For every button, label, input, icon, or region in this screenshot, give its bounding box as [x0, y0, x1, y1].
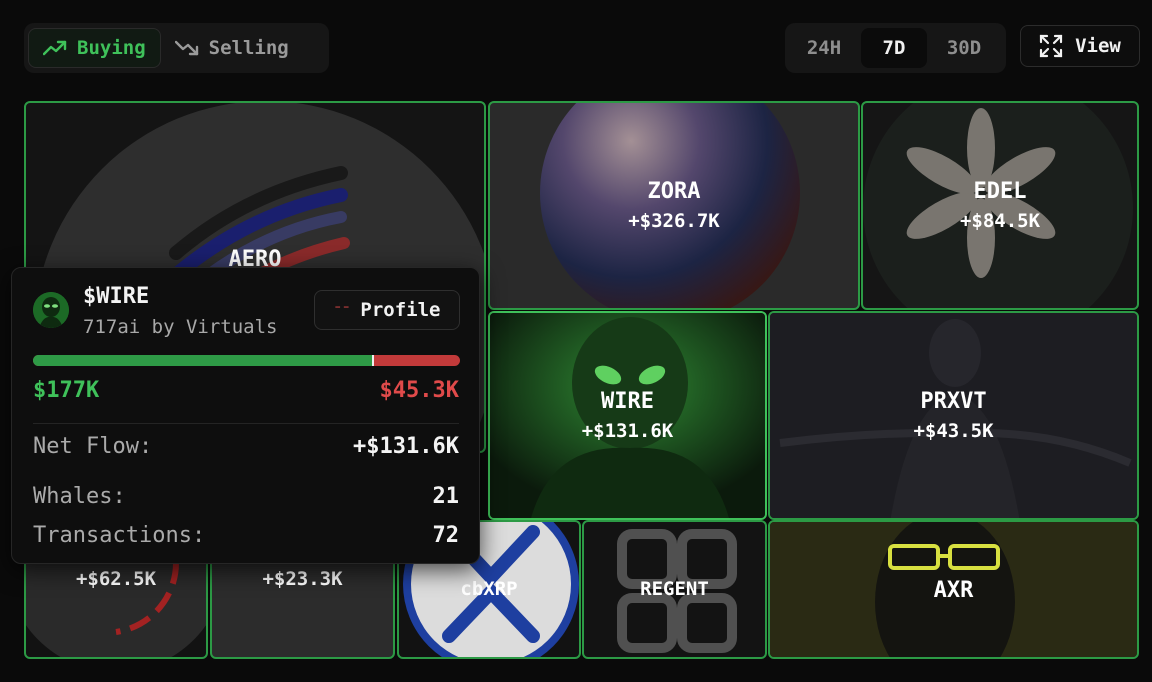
timeframe-30d[interactable]: 30D [931, 28, 997, 68]
tile-value: +$326.7K [628, 210, 720, 232]
expand-icon [1040, 34, 1063, 58]
token-tooltip: $WIRE 717ai by Virtuals ⁻⁻ Profile $177K… [11, 267, 480, 564]
flow-direction-toggle: Buying Selling [24, 23, 329, 73]
tile-zora[interactable]: ZORA +$326.7K [488, 101, 860, 310]
ratio-marker [371, 355, 374, 366]
timeframe-24h[interactable]: 24H [791, 28, 857, 68]
profile-icon: ⁻⁻ [333, 302, 351, 318]
transactions-label: Transactions: [33, 523, 206, 548]
tile-symbol: WIRE [601, 389, 654, 414]
timeframe-7d[interactable]: 7D [861, 28, 927, 68]
whales-label: Whales: [33, 484, 126, 509]
tile-symbol: AXR [933, 578, 974, 603]
trending-up-icon [43, 40, 67, 56]
buying-tab[interactable]: Buying [28, 28, 161, 68]
tooltip-ticker: $WIRE [83, 284, 150, 309]
tile-prxvt[interactable]: PRXVT +$43.5K [768, 311, 1139, 520]
buy-ratio-fill [33, 355, 373, 366]
tile-value: +$23.3K [262, 568, 343, 590]
tile-symbol: cbXRP [460, 578, 518, 600]
net-flow-row: Net Flow: +$131.6K [33, 434, 459, 459]
wire-avatar [33, 292, 69, 328]
selling-label: Selling [208, 37, 289, 59]
whales-value: 21 [432, 484, 460, 509]
sell-amount: $45.3K [379, 378, 459, 403]
tile-symbol: REGENT [640, 578, 709, 600]
whales-row: Whales: 21 [33, 484, 459, 509]
tile-edel[interactable]: EDEL +$84.5K [861, 101, 1139, 310]
net-flow-label: Net Flow: [33, 434, 153, 459]
timeframe-selector: 24H 7D 30D [785, 23, 1006, 73]
transactions-row: Transactions: 72 [33, 523, 459, 548]
tile-value: +$43.5K [913, 420, 994, 442]
tooltip-token-name: 717ai by Virtuals [83, 316, 278, 338]
tile-regent[interactable]: REGENT [582, 520, 767, 659]
view-button[interactable]: View [1020, 25, 1140, 67]
buy-amount: $177K [33, 378, 100, 403]
tile-axr[interactable]: AXR [768, 520, 1139, 659]
tile-wire[interactable]: WIRE +$131.6K [488, 311, 767, 520]
view-label: View [1075, 35, 1121, 57]
tile-symbol: EDEL [973, 179, 1027, 204]
tile-value: +$131.6K [581, 420, 674, 442]
net-flow-value: +$131.6K [353, 434, 459, 459]
profile-button[interactable]: ⁻⁻ Profile [314, 290, 460, 330]
tile-value: +$84.5K [959, 210, 1041, 232]
tile-symbol: ZORA [647, 179, 701, 204]
tile-value: +$62.5K [75, 568, 157, 590]
tooltip-divider [33, 423, 459, 424]
tile-symbol: PRXVT [920, 389, 987, 414]
selling-tab[interactable]: Selling [161, 28, 303, 68]
buy-sell-ratio-bar [33, 355, 460, 366]
transactions-value: 72 [432, 523, 460, 548]
buying-label: Buying [77, 37, 146, 59]
trending-down-icon [174, 40, 198, 56]
profile-label: Profile [360, 299, 441, 321]
